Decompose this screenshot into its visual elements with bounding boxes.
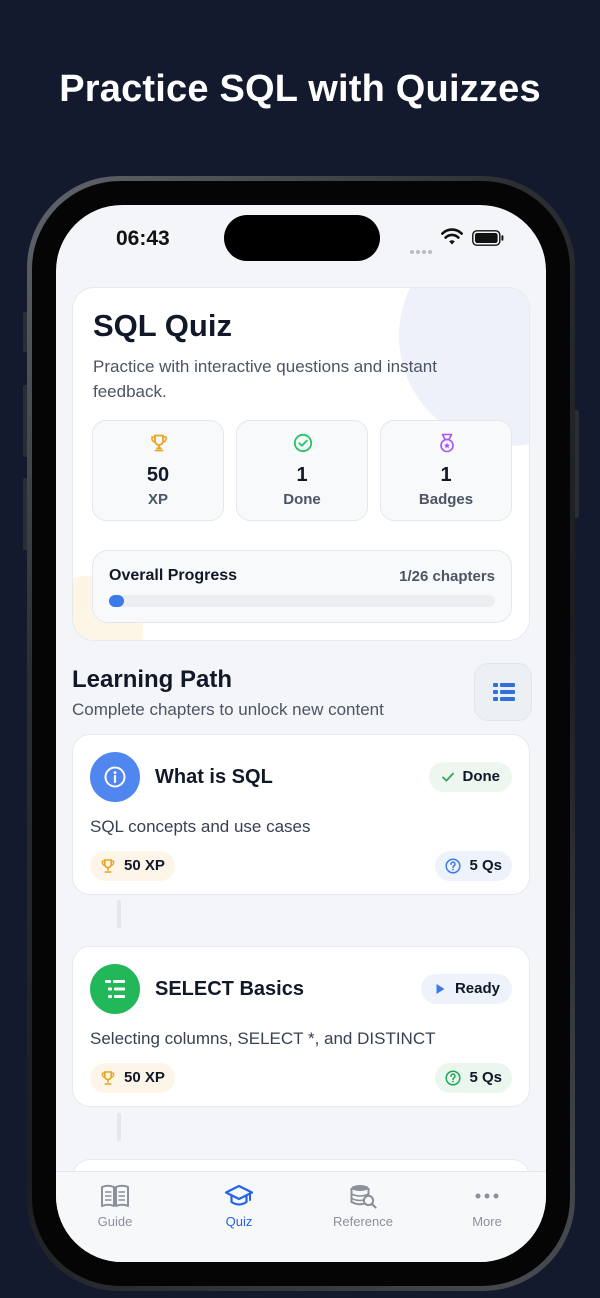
content-scroll[interactable]: SQL Quiz Practice with interactive quest… (56, 205, 546, 1262)
progress-count: 1/26 chapters (399, 568, 495, 585)
stat-badges: 1 Badges (380, 420, 512, 521)
tab-reference[interactable]: Reference (301, 1172, 425, 1242)
path-connector (117, 1113, 121, 1141)
list-icon (105, 980, 125, 998)
trophy-icon (101, 1071, 115, 1085)
stat-value: 1 (440, 464, 452, 486)
list-view-icon (493, 683, 515, 701)
question-circle-icon (445, 858, 462, 874)
progress-bar (109, 595, 495, 607)
overall-progress: Overall Progress 1/26 chapters (92, 550, 512, 623)
xp-badge: 50 XP (90, 1063, 175, 1093)
trophy-icon (151, 434, 167, 452)
play-icon (436, 984, 445, 994)
stat-done: 1 Done (236, 420, 368, 521)
status-label: Ready (454, 980, 500, 997)
check-circle-icon (293, 433, 313, 453)
graduation-cap-icon (224, 1184, 254, 1206)
chapter-description: Selecting columns, SELECT *, and DISTINC… (90, 1029, 436, 1048)
hero-card: SQL Quiz Practice with interactive quest… (72, 287, 530, 641)
stat-xp: 50 XP (92, 420, 224, 521)
status-badge: Ready (420, 974, 512, 1004)
tab-bar: Guide Quiz Reference More (56, 1171, 546, 1262)
tab-quiz[interactable]: Quiz (177, 1172, 301, 1242)
section-subtitle: Complete chapters to unlock new content (72, 700, 384, 719)
chapter-card-select-basics[interactable]: SELECT Basics Ready Selecting columns, S… (72, 946, 530, 1107)
status-badge: Done (428, 762, 512, 792)
chapter-card-what-is-sql[interactable]: What is SQL Done SQL concepts and use ca… (72, 734, 530, 895)
chapter-icon (90, 752, 140, 802)
xp-label: 50 XP (124, 857, 165, 874)
progress-title: Overall Progress (109, 567, 238, 584)
status-label: Done (462, 768, 501, 785)
more-dots-icon (475, 1193, 499, 1199)
view-toggle-button[interactable] (474, 663, 532, 721)
section-title: Learning Path (72, 666, 233, 693)
questions-label: 5 Qs (469, 1069, 502, 1086)
tab-label: Guide (97, 1214, 133, 1229)
stat-value: 50 (146, 464, 170, 486)
medal-icon (440, 433, 454, 453)
tab-label: More (472, 1214, 502, 1229)
phone-frame: 06:43 SQL Quiz Practice with interactive… (27, 176, 575, 1291)
page-subtitle: Practice with interactive questions and … (93, 357, 437, 401)
questions-badge: 5 Qs (435, 1063, 512, 1093)
xp-label: 50 XP (124, 1069, 165, 1086)
chapter-title: What is SQL (155, 766, 273, 788)
chapter-description: SQL concepts and use cases (90, 817, 311, 836)
database-search-icon (350, 1185, 377, 1209)
path-connector (117, 900, 121, 928)
tab-guide[interactable]: Guide (56, 1172, 177, 1242)
tab-label: Quiz (225, 1214, 253, 1229)
headline: Practice SQL with Quizzes (59, 68, 541, 110)
questions-badge: 5 Qs (435, 851, 512, 881)
questions-label: 5 Qs (469, 857, 502, 874)
progress-fill (109, 595, 125, 607)
stat-label: Badges (418, 491, 474, 508)
book-icon (101, 1184, 129, 1207)
check-icon (441, 772, 454, 782)
info-icon (104, 766, 126, 788)
page-title: SQL Quiz (93, 308, 232, 343)
tab-more[interactable]: More (425, 1172, 546, 1242)
xp-badge: 50 XP (90, 851, 175, 881)
chapter-title: SELECT Basics (155, 978, 304, 1000)
stat-label: Done (283, 491, 321, 508)
tab-label: Reference (333, 1214, 393, 1229)
stat-label: XP (147, 491, 168, 508)
question-circle-icon (445, 1070, 462, 1086)
stat-value: 1 (296, 464, 308, 486)
chapter-icon (90, 964, 140, 1014)
app-screen: 06:43 SQL Quiz Practice with interactive… (56, 205, 546, 1262)
trophy-icon (101, 859, 115, 873)
